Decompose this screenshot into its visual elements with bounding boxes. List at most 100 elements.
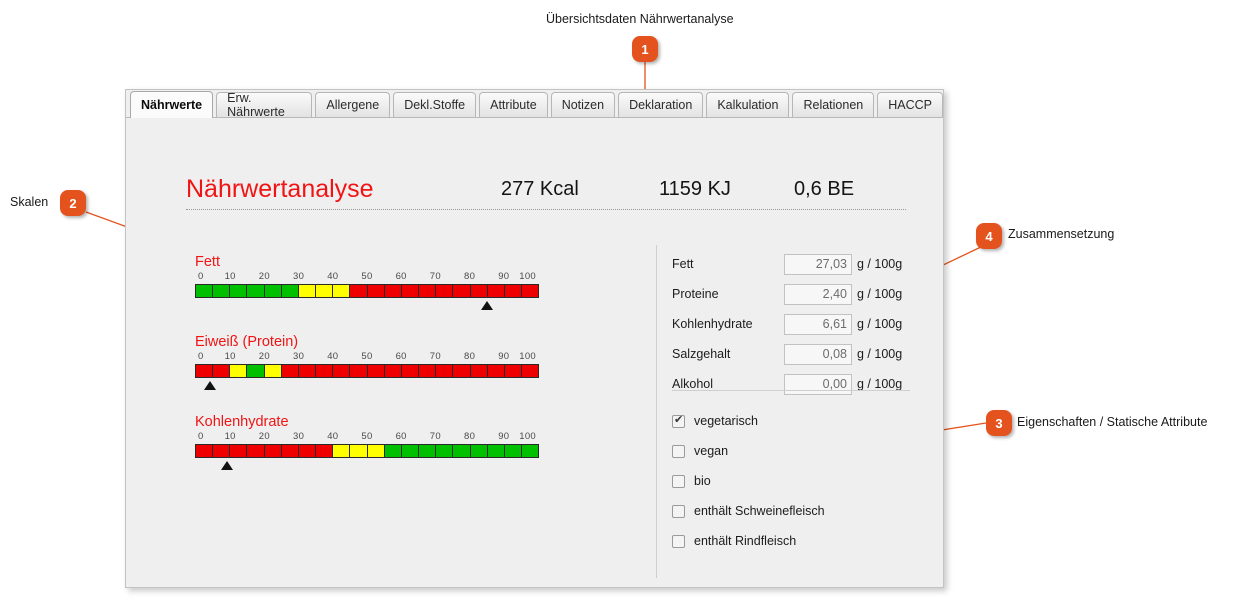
checkbox-icon[interactable] <box>672 504 685 518</box>
tab-allergene[interactable]: Allergene <box>315 92 391 117</box>
scale-segment-yellow <box>367 445 385 457</box>
tick-label: 20 <box>258 271 270 282</box>
scale-segment-red <box>230 445 248 457</box>
tick-label: 10 <box>224 431 236 442</box>
checkbox-icon[interactable] <box>672 413 685 428</box>
tab-notizen[interactable]: Notizen <box>550 92 616 117</box>
scale-segment-green <box>230 285 248 297</box>
composition-label: Kohlenhydrate <box>672 317 753 331</box>
tick-label: 0 <box>198 431 204 442</box>
scale-title: Fett <box>195 254 220 270</box>
composition-label: Fett <box>672 257 694 271</box>
property-label: vegetarisch <box>694 414 758 428</box>
tick-label: 80 <box>464 271 476 282</box>
scale-segment-red <box>367 285 385 297</box>
tab-haccp[interactable]: HACCP <box>877 92 943 117</box>
scale-kohlenhydrate: Kohlenhydrate 0 10 20 30 40 50 60 70 80 90 100 <box>195 414 545 470</box>
tick-label: 60 <box>395 351 407 362</box>
scale-tick-labels: 0 10 20 30 40 50 60 70 80 90 100 <box>195 351 539 364</box>
value-kcal: 277 Kcal <box>501 177 579 200</box>
tick-label: 70 <box>429 271 441 282</box>
property-row[interactable]: vegan <box>672 436 932 466</box>
scale-segment-red <box>453 285 471 297</box>
checkbox-icon[interactable] <box>672 534 685 548</box>
property-row[interactable]: enthält Rindfleisch <box>672 526 932 556</box>
tick-label: 50 <box>361 351 373 362</box>
tab-naehrwerte[interactable]: Nährwerte <box>130 91 214 118</box>
composition-row: Kohlenhydrate 6,61 g / 100g <box>672 309 922 339</box>
scale-segment-red <box>521 285 539 297</box>
composition-value-field[interactable]: 27,03 <box>784 253 852 275</box>
tab-label: Kalkulation <box>717 98 779 112</box>
composition-value-field[interactable]: 2,40 <box>784 283 852 305</box>
tick-label: 100 <box>519 351 536 362</box>
tab-attribute[interactable]: Attribute <box>479 92 548 117</box>
property-row[interactable]: enthält Schweinefleisch <box>672 496 932 526</box>
nutrition-panel: Nährwerte Erw. Nährwerte Allergene Dekl.… <box>125 89 944 588</box>
tab-erw-naehrwerte[interactable]: Erw. Nährwerte <box>216 91 313 119</box>
scale-segment-red <box>384 365 402 377</box>
scale-marker <box>480 301 493 310</box>
annotation-label-1: Übersichtsdaten Nährwertanalyse <box>546 12 734 26</box>
scale-segment-yellow <box>264 365 282 377</box>
tick-label: 10 <box>224 351 236 362</box>
tab-label: Erw. Nährwerte <box>227 91 285 119</box>
tick-label: 90 <box>498 351 510 362</box>
tick-label: 50 <box>361 271 373 282</box>
scale-segment-red <box>470 365 488 377</box>
tab-kalkulation[interactable]: Kalkulation <box>706 92 790 117</box>
scale-segment-green <box>470 445 488 457</box>
page-title: Nährwertanalyse <box>186 174 374 203</box>
scale-segment-green <box>281 285 299 297</box>
annotation-badge-2: 2 <box>60 190 86 216</box>
composition-value-field[interactable]: 0,08 <box>784 343 852 365</box>
composition-row: Salzgehalt 0,08 g / 100g <box>672 339 922 369</box>
scale-segment-yellow <box>230 365 248 377</box>
scale-tick-labels: 0 10 20 30 40 50 60 70 80 90 100 <box>195 431 539 444</box>
scale-segment-green <box>213 285 231 297</box>
property-row[interactable]: vegetarisch <box>672 406 932 436</box>
property-label: enthält Rindfleisch <box>694 534 797 548</box>
scale-segment-green <box>264 285 282 297</box>
scale-bar <box>195 284 539 298</box>
composition-unit: g / 100g <box>857 347 903 361</box>
annotation-badge-4: 4 <box>976 223 1002 249</box>
annotation-badge-3: 3 <box>986 410 1012 436</box>
scale-segment-yellow <box>333 445 351 457</box>
composition-value-field[interactable]: 0,00 <box>784 373 852 395</box>
scale-bar <box>195 444 539 458</box>
summary-header: Nährwertanalyse 277 Kcal 1159 KJ 0,6 BE <box>186 169 906 209</box>
scale-segment-green <box>419 445 437 457</box>
scale-segment-yellow <box>333 285 351 297</box>
scale-segment-red <box>504 365 522 377</box>
scale-segment-red <box>298 365 317 377</box>
scale-segment-green <box>384 445 402 457</box>
tab-label: Nährwerte <box>141 98 203 112</box>
property-row[interactable]: bio <box>672 466 932 496</box>
tick-label: 50 <box>361 431 373 442</box>
composition-unit: g / 100g <box>857 317 903 331</box>
tick-label: 10 <box>224 271 236 282</box>
scale-segment-green <box>196 285 214 297</box>
scale-segment-red <box>196 365 214 377</box>
composition-row: Fett 27,03 g / 100g <box>672 249 922 279</box>
scale-bar <box>195 364 539 378</box>
scale-eiwei-protein: Eiweiß (Protein) 0 10 20 30 40 50 60 70 80 90 100 <box>195 334 545 390</box>
scale-segment-red <box>350 285 368 297</box>
composition-row: Alkohol 0,00 g / 100g <box>672 369 922 399</box>
scale-segment-red <box>196 445 214 457</box>
tab-dekl-stoffe[interactable]: Dekl.Stoffe <box>393 92 477 117</box>
scale-segment-yellow <box>316 285 334 297</box>
tab-deklaration[interactable]: Deklaration <box>618 92 704 117</box>
checkbox-icon[interactable] <box>672 474 685 488</box>
composition-value-field[interactable]: 6,61 <box>784 313 852 335</box>
tab-strip: Nährwerte Erw. Nährwerte Allergene Dekl.… <box>126 90 943 119</box>
annotation-label-4: Zusammensetzung <box>1008 227 1115 241</box>
section-divider <box>672 390 910 391</box>
tick-label: 30 <box>293 351 305 362</box>
tab-relationen[interactable]: Relationen <box>792 92 875 117</box>
checkbox-icon[interactable] <box>672 444 685 458</box>
scale-segment-red <box>281 445 299 457</box>
scale-title: Eiweiß (Protein) <box>195 334 299 350</box>
tick-label: 30 <box>293 431 305 442</box>
